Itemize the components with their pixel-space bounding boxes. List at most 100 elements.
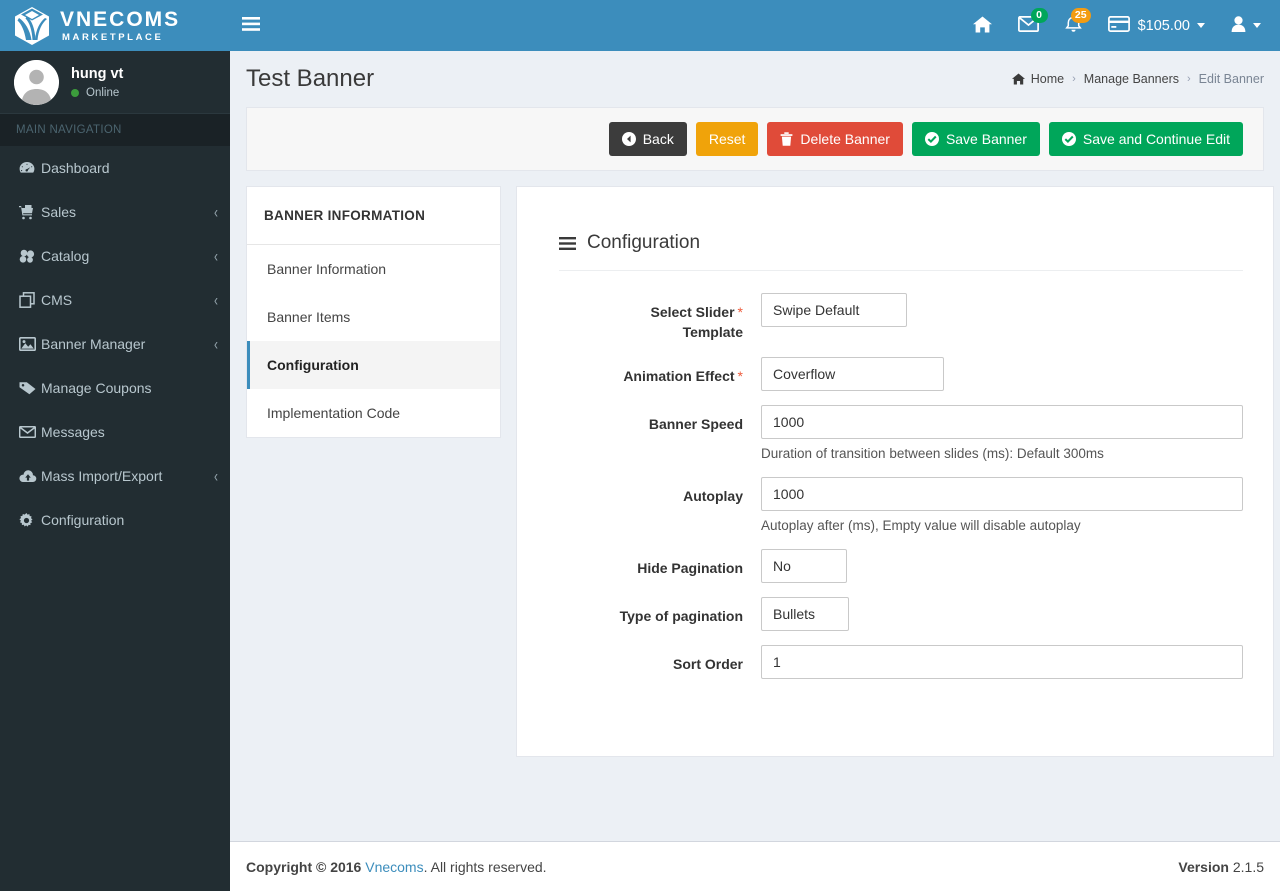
save-banner-button[interactable]: Save Banner: [911, 122, 1040, 156]
page-header: Test Banner Home › Manage Banners › Edit…: [230, 51, 1280, 107]
online-status-dot: [71, 88, 79, 97]
check-circle-icon: [1061, 132, 1076, 146]
brand-title: VNECOMS: [60, 7, 181, 31]
breadcrumb-current-edit-banner: Edit Banner: [1198, 72, 1264, 86]
footer-version: Version 2.1.5: [1178, 859, 1264, 875]
footer-copyright: Copyright © 2016 Vnecoms. All rights res…: [246, 859, 547, 875]
sidebar-item-cms[interactable]: CMS ‹: [0, 278, 230, 322]
chevron-left-icon: ‹: [214, 202, 218, 222]
wallet-amount: $105.00: [1137, 17, 1190, 34]
configuration-form-card: Configuration Select Slider * Template Sw…: [516, 186, 1274, 757]
sidebar-section-header: MAIN NAVIGATION: [0, 114, 230, 146]
select-slider-template-input[interactable]: Swipe Default: [761, 293, 907, 327]
footer-version-label: Version: [1178, 858, 1229, 875]
sidebar-item-label: Sales: [41, 204, 77, 220]
side-link-banner-information[interactable]: Banner Information: [247, 245, 500, 293]
home-icon: [1011, 73, 1025, 85]
avatar: [14, 59, 59, 105]
banner-speed-input[interactable]: 1000: [761, 404, 1243, 439]
tag-icon: [19, 381, 41, 395]
main-row: BANNER INFORMATION Banner Information Ba…: [230, 171, 1280, 757]
sidebar-item-label: Banner Manager: [41, 336, 146, 352]
type-of-pagination-input[interactable]: Bullets: [761, 596, 849, 631]
breadcrumb-link-manage-banners[interactable]: Manage Banners: [1084, 72, 1179, 86]
sidebar-item-label: CMS: [41, 292, 73, 308]
field-label-hide-pagination: Hide Pagination: [637, 559, 743, 576]
breadcrumb-separator: ›: [1072, 73, 1076, 85]
sidebar-item-catalog[interactable]: Catalog ‹: [0, 234, 230, 278]
side-link-banner-items[interactable]: Banner Items: [247, 293, 500, 341]
hide-pagination-input[interactable]: No: [761, 548, 847, 583]
wallet-dropdown[interactable]: $105.00: [1095, 0, 1218, 51]
autoplay-input[interactable]: 1000: [761, 476, 1243, 511]
field-label-text: Animation Effect: [623, 367, 735, 384]
delete-banner-button[interactable]: Delete Banner: [767, 122, 903, 156]
catalog-icon: [19, 249, 41, 263]
trash-icon: [780, 132, 793, 146]
side-link-implementation-code[interactable]: Implementation Code: [247, 389, 500, 437]
arrow-circle-left-icon: [621, 132, 636, 146]
image-icon: [19, 337, 41, 351]
vnecoms-leaf-logo-icon: [13, 6, 51, 46]
sidebar-item-mass-import-export[interactable]: Mass Import/Export ‹: [0, 454, 230, 498]
chevron-left-icon: ‹: [214, 246, 218, 266]
home-nav-button[interactable]: [960, 0, 1005, 51]
back-button-label: Back: [642, 131, 674, 147]
save-and-continue-edit-button[interactable]: Save and Continue Edit: [1048, 122, 1243, 156]
banner-information-card-header: BANNER INFORMATION: [247, 187, 500, 245]
chevron-left-icon: ‹: [214, 290, 218, 310]
breadcrumb-link-home[interactable]: Home: [1031, 72, 1064, 86]
credit-card-icon: [1107, 16, 1130, 35]
check-circle-icon: [924, 132, 939, 146]
account-dropdown[interactable]: [1218, 0, 1274, 51]
field-row-animation-effect: Animation Effect * Coverflow: [559, 356, 1243, 391]
footer-copyright-strong: Copyright © 2016: [246, 858, 362, 875]
configuration-form-title: Configuration: [559, 232, 1243, 271]
sort-order-input[interactable]: 1: [761, 644, 1243, 679]
sidebar-item-sales[interactable]: Sales ‹: [0, 190, 230, 234]
footer-copyright-rest: . All rights reserved.: [423, 858, 547, 875]
sidebar-item-label: Messages: [41, 424, 105, 440]
top-navbar: 0 25 $105.00: [230, 0, 1280, 51]
configuration-form-title-label: Configuration: [587, 232, 701, 253]
sidebar-item-banner-manager[interactable]: Banner Manager ‹: [0, 322, 230, 366]
footer-company-link[interactable]: Vnecoms: [365, 859, 423, 875]
reset-button[interactable]: Reset: [695, 122, 759, 156]
sidebar-item-messages[interactable]: Messages: [0, 410, 230, 454]
back-button[interactable]: Back: [608, 122, 687, 156]
sidebar-item-configuration[interactable]: Configuration: [0, 498, 230, 542]
sidebar-item-dashboard[interactable]: Dashboard: [0, 146, 230, 190]
sidebar-item-label: Configuration: [41, 512, 125, 528]
dashboard-icon: [19, 161, 41, 175]
banner-information-card: BANNER INFORMATION Banner Information Ba…: [246, 186, 501, 438]
user-status-label: Online: [86, 86, 120, 99]
sidebar-item-manage-coupons[interactable]: Manage Coupons: [0, 366, 230, 410]
brand-logo[interactable]: VNECOMS MARKETPLACE: [0, 0, 230, 51]
field-label-sort-order: Sort Order: [672, 655, 743, 672]
side-link-configuration[interactable]: Configuration: [247, 341, 500, 389]
admin-page: VNECOMS MARKETPLACE hung vt Online MAIN …: [0, 0, 1280, 891]
cloud-upload-icon: [19, 469, 41, 483]
save-banner-button-label: Save Banner: [945, 131, 1027, 147]
user-panel[interactable]: hung vt Online: [0, 51, 230, 114]
sidebar-toggle-button[interactable]: [230, 0, 272, 51]
required-mark: *: [737, 367, 743, 384]
chevron-down-icon: [1197, 23, 1205, 28]
messages-nav-button[interactable]: 0: [1005, 0, 1052, 51]
field-label-line2: Template: [682, 324, 743, 341]
notifications-nav-button[interactable]: 25: [1052, 0, 1095, 51]
field-row-autoplay: Autoplay 1000 Autoplay after (ms), Empty…: [559, 476, 1243, 537]
field-row-hide-pagination: Hide Pagination No: [559, 548, 1243, 583]
user-icon: [1231, 16, 1246, 35]
field-label-autoplay: Autoplay: [683, 487, 743, 504]
required-mark: *: [737, 304, 743, 320]
banner-speed-help-text: Duration of transition between slides (m…: [761, 445, 1104, 461]
footer-version-value: 2.1.5: [1232, 858, 1264, 875]
breadcrumb: Home › Manage Banners › Edit Banner: [1011, 72, 1264, 86]
envelope-icon: [19, 426, 41, 438]
cart-icon: [19, 204, 41, 220]
animation-effect-input[interactable]: Coverflow: [761, 356, 944, 391]
page-footer: Copyright © 2016 Vnecoms. All rights res…: [230, 841, 1280, 891]
sidebar-item-label: Mass Import/Export: [41, 468, 163, 484]
sidebar-item-label: Manage Coupons: [41, 380, 152, 396]
